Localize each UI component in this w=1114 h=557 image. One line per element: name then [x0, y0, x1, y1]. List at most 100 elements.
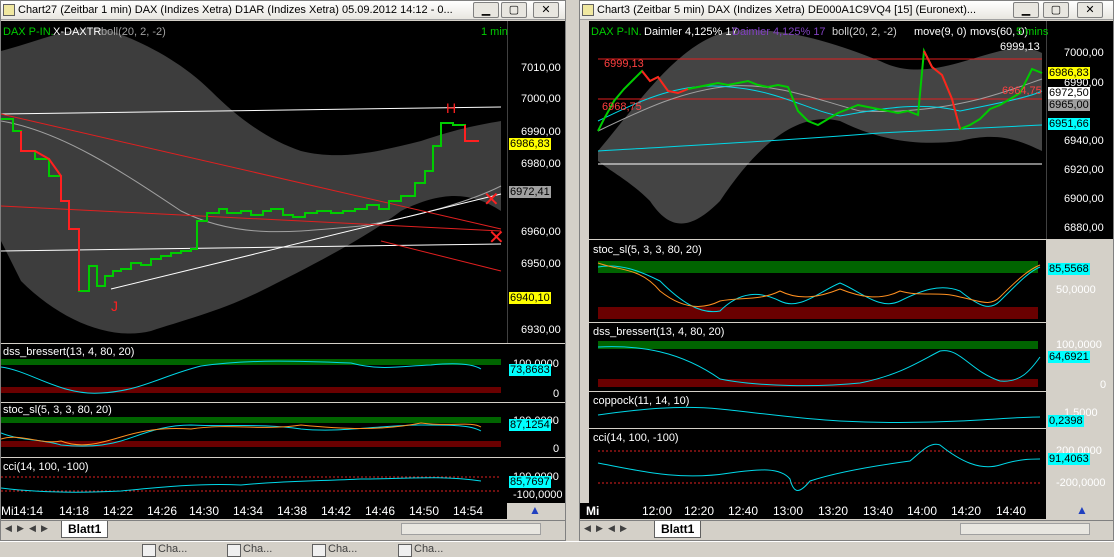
- w2-header-daimler1: Daimler 4,125% 17: [644, 26, 738, 38]
- ind1-lower-zone: [1, 387, 501, 393]
- x-label: 14:40: [996, 504, 1027, 518]
- price-tick: 6880,00: [1064, 222, 1104, 234]
- annotation-high: 6999,13: [604, 58, 644, 70]
- ind2-value-box: 87,1254: [509, 419, 551, 431]
- ind3-value-box: 85,7697: [509, 476, 551, 488]
- price-tick: 7000,00: [521, 93, 561, 105]
- minimized-windows-bar: Cha... Cha... Cha... Cha...: [0, 541, 1114, 557]
- x-mark-1: ✕: [483, 189, 500, 211]
- w2-header-daimler2: Daimler 4,125% 17: [732, 26, 826, 38]
- w2-header-left: DAX P-IN.: [591, 26, 642, 38]
- last-price-box: 6986,83: [1048, 67, 1090, 79]
- x-label: Mi: [586, 504, 600, 518]
- ind3-value-box: 0,2398: [1048, 415, 1084, 427]
- price-tick: 6940,00: [1064, 135, 1104, 147]
- ind2-tick-bottom: 0: [1100, 379, 1107, 391]
- ind3-label: coppock(11, 14, 10): [593, 395, 690, 407]
- price-tick: 6900,00: [1064, 193, 1104, 205]
- minimized-chart-window[interactable]: Cha...: [225, 543, 272, 557]
- x-label: 14:34: [233, 504, 264, 518]
- price-tick: 6930,00: [521, 324, 561, 336]
- ind2-tick-bottom: 0: [553, 443, 560, 455]
- ind2-value-box: 64,6921: [1048, 351, 1090, 363]
- ind1-tick-mid: 50,0000: [1056, 284, 1096, 296]
- x-label: 14:22: [103, 504, 134, 518]
- tab-blatt1[interactable]: Blatt1: [61, 521, 109, 538]
- price-tick: 7000,00: [1064, 47, 1104, 59]
- w1-header-boll: boll(20, 2, -2): [101, 26, 166, 38]
- h-mark: H: [446, 100, 456, 116]
- ind3-label: cci(14, 100, -100): [3, 461, 89, 473]
- x-label: Mi: [1, 504, 14, 518]
- ind4-value-box: 91,4063: [1048, 453, 1090, 465]
- w1-header-left: DAX P-IN.: [3, 26, 54, 38]
- x-label: 14:14: [13, 504, 44, 518]
- price-tick: 6990,00: [521, 126, 561, 138]
- x-label: 14:46: [365, 504, 396, 518]
- minimized-chart-window[interactable]: Cha...: [396, 543, 443, 557]
- ind1-value-box: 85,5568: [1048, 263, 1090, 275]
- x-mark-2: ✕: [488, 227, 505, 249]
- tab-nav-prev-icon[interactable]: ◀: [584, 523, 594, 535]
- x-label: 13:00: [773, 504, 804, 518]
- ind1-upper-zone: [598, 261, 1038, 273]
- ind2-upper-zone: [1, 417, 501, 423]
- price-tick: 6960,00: [521, 226, 561, 238]
- sheet-tabbar: ◀ ▶ ◀ ▶ Blatt1: [580, 520, 1113, 538]
- chart27-window: Chart27 (Zeitbar 1 min) DAX (Indizes Xet…: [0, 0, 566, 541]
- tab-nav-next2-icon[interactable]: ▶: [41, 523, 51, 535]
- price-chart-drawing: ✕ ✕ H J: [1, 28, 565, 519]
- w2-header-boll: boll(20, 2, -2): [832, 26, 897, 38]
- lower-band-box: 6940,10: [509, 292, 551, 304]
- movs-value-box: 6951,66: [1048, 118, 1090, 130]
- ind2-label: dss_bressert(13, 4, 80, 20): [593, 326, 725, 338]
- x-label: 14:26: [147, 504, 178, 518]
- tab-nav-next-icon[interactable]: ▶: [17, 523, 27, 535]
- x-label: 14:54: [453, 504, 484, 518]
- ind4-label: cci(14, 100, -100): [593, 432, 679, 444]
- x-label: 12:00: [642, 504, 673, 518]
- ind3-tick-bottom: -100,0000: [513, 489, 563, 501]
- horizontal-scrollbar[interactable]: [401, 523, 541, 535]
- x-label: 14:50: [409, 504, 440, 518]
- annotation-right: 6964,75: [1002, 85, 1042, 97]
- x-label: 14:18: [59, 504, 90, 518]
- scroll-arrow-icon[interactable]: ▲: [529, 503, 549, 517]
- ind1-value-box: 73,8683: [509, 364, 551, 376]
- tab-nav-prev2-icon[interactable]: ◀: [29, 523, 39, 535]
- horizontal-scrollbar[interactable]: [960, 523, 1090, 535]
- price-tick: 6920,00: [1064, 164, 1104, 176]
- last-price-box: 6986,83: [509, 138, 551, 150]
- x-label: 14:20: [951, 504, 982, 518]
- ind1-tick-bottom: 0: [553, 388, 560, 400]
- tab-nav-next2-icon[interactable]: ▶: [620, 523, 630, 535]
- w1-header-symbol: X-DAXTR: [53, 26, 102, 38]
- x-label: 13:40: [863, 504, 894, 518]
- tab-blatt1[interactable]: Blatt1: [654, 521, 702, 538]
- x-label: 14:30: [189, 504, 220, 518]
- chart3-window: Chart3 (Zeitbar 5 min) DAX (Indizes Xetr…: [579, 0, 1114, 541]
- w1-header-right: 1 min: [481, 26, 508, 38]
- ind2-tick-top: 100,0000: [1056, 339, 1102, 351]
- tab-nav-prev-icon[interactable]: ◀: [5, 523, 15, 535]
- price-tick: 6950,00: [521, 258, 561, 270]
- ind4-tick-bottom: -200,0000: [1056, 477, 1106, 489]
- annotation-mid: 6968,75: [602, 101, 642, 113]
- x-label: 13:20: [818, 504, 849, 518]
- x-label: 12:20: [684, 504, 715, 518]
- minimized-chart-window[interactable]: Cha...: [310, 543, 357, 557]
- ind2-upper-zone: [598, 341, 1038, 349]
- ind2-label: stoc_sl(5, 3, 3, 80, 20): [3, 404, 112, 416]
- w2-header-move: move(9, 0): [914, 26, 967, 38]
- bollinger-value-box: 6972,41: [509, 186, 551, 198]
- ind1-lower-zone: [598, 307, 1038, 319]
- minimized-chart-window[interactable]: Cha...: [140, 543, 187, 557]
- tab-nav-prev2-icon[interactable]: ◀: [608, 523, 618, 535]
- x-label: 12:40: [728, 504, 759, 518]
- scroll-arrow-icon[interactable]: ▲: [1076, 503, 1096, 517]
- tab-nav-next-icon[interactable]: ▶: [596, 523, 606, 535]
- red-trend-line-3: [380, 240, 502, 272]
- boll-value-box: 6965,00: [1048, 99, 1090, 111]
- w2-header-right: 5 mins: [1016, 26, 1049, 38]
- x-label: 14:42: [321, 504, 352, 518]
